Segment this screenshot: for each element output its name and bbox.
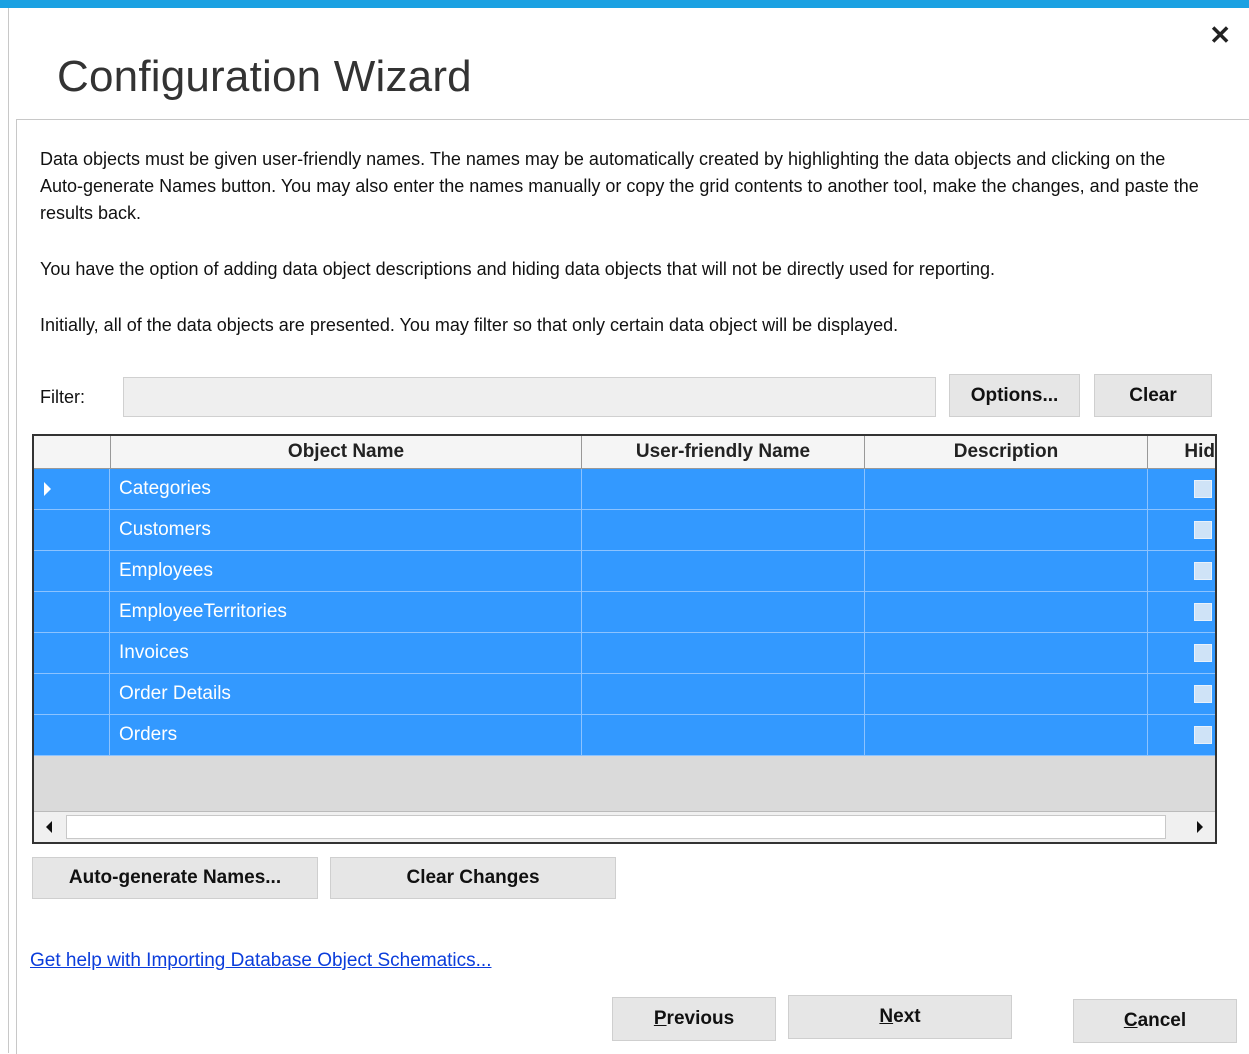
cell-description[interactable]: [865, 674, 1148, 714]
scroll-left-icon: [46, 821, 52, 833]
cell-description[interactable]: [865, 510, 1148, 550]
cell-user-friendly-name[interactable]: [582, 715, 865, 755]
hidden-checkbox[interactable]: [1194, 644, 1212, 662]
cell-object-name[interactable]: Customers: [110, 510, 582, 550]
clear-changes-button[interactable]: Clear Changes: [330, 857, 616, 899]
grid-header: Object Name User-friendly Name Descripti…: [34, 436, 1215, 469]
cell-description[interactable]: [865, 592, 1148, 632]
scroll-right-button[interactable]: [1185, 812, 1215, 842]
cell-user-friendly-name[interactable]: [582, 510, 865, 550]
cell-user-friendly-name[interactable]: [582, 674, 865, 714]
window-accent-bar: [0, 0, 1249, 8]
table-row[interactable]: Order Details: [34, 674, 1215, 715]
hidden-checkbox[interactable]: [1194, 521, 1212, 539]
hidden-checkbox[interactable]: [1194, 603, 1212, 621]
cell-description[interactable]: [865, 633, 1148, 673]
table-row[interactable]: Employees: [34, 551, 1215, 592]
help-link[interactable]: Get help with Importing Database Object …: [30, 950, 492, 972]
scrollbar-thumb[interactable]: [66, 815, 1166, 839]
table-row[interactable]: Invoices: [34, 633, 1215, 674]
row-selector[interactable]: [34, 551, 110, 591]
cell-description[interactable]: [865, 715, 1148, 755]
cancel-label: ancel: [1137, 1010, 1187, 1031]
filter-clear-button[interactable]: Clear: [1094, 374, 1212, 417]
cell-user-friendly-name[interactable]: [582, 633, 865, 673]
scroll-left-button[interactable]: [34, 812, 64, 842]
row-selector[interactable]: [34, 592, 110, 632]
description-paragraph-1: Data objects must be given user-friendly…: [40, 149, 1199, 223]
cell-user-friendly-name[interactable]: [582, 469, 865, 509]
row-selector[interactable]: [34, 715, 110, 755]
hidden-checkbox[interactable]: [1194, 480, 1212, 498]
close-icon: ✕: [1209, 20, 1231, 50]
cell-object-name[interactable]: Categories: [110, 469, 582, 509]
next-button[interactable]: Next: [788, 995, 1012, 1039]
filter-input[interactable]: [123, 377, 936, 417]
filter-label: Filter:: [40, 387, 85, 407]
cancel-button[interactable]: Cancel: [1073, 999, 1237, 1043]
table-row[interactable]: EmployeeTerritories: [34, 592, 1215, 633]
cell-description[interactable]: [865, 551, 1148, 591]
row-header-corner: [34, 436, 111, 468]
previous-button[interactable]: Previous: [612, 997, 776, 1041]
data-objects-grid[interactable]: Object Name User-friendly Name Descripti…: [32, 434, 1217, 844]
horizontal-scrollbar[interactable]: [34, 811, 1215, 842]
hidden-checkbox[interactable]: [1194, 726, 1212, 744]
table-row[interactable]: Categories: [34, 469, 1215, 510]
table-row[interactable]: Customers: [34, 510, 1215, 551]
close-button[interactable]: ✕: [1209, 22, 1231, 48]
column-header-user-friendly-name[interactable]: User-friendly Name: [582, 436, 865, 468]
cell-object-name[interactable]: EmployeeTerritories: [110, 592, 582, 632]
row-selector[interactable]: [34, 674, 110, 714]
cell-user-friendly-name[interactable]: [582, 551, 865, 591]
next-access-key: N: [879, 1006, 894, 1027]
cell-object-name[interactable]: Orders: [110, 715, 582, 755]
previous-label: revious: [666, 1008, 735, 1029]
cell-description[interactable]: [865, 469, 1148, 509]
row-selector[interactable]: [34, 633, 110, 673]
cell-object-name[interactable]: Employees: [110, 551, 582, 591]
table-row[interactable]: Orders: [34, 715, 1215, 756]
hidden-checkbox[interactable]: [1194, 562, 1212, 580]
cell-user-friendly-name[interactable]: [582, 592, 865, 632]
description-paragraph-3: Initially, all of the data objects are p…: [40, 315, 899, 335]
next-label: ext: [893, 1006, 921, 1027]
options-button[interactable]: Options...: [949, 374, 1080, 417]
column-header-description[interactable]: Description: [865, 436, 1148, 468]
scroll-right-icon: [1197, 821, 1203, 833]
cell-object-name[interactable]: Order Details: [110, 674, 582, 714]
current-row-arrow-icon: [44, 482, 51, 496]
cancel-access-key: C: [1123, 1010, 1138, 1031]
window-title: Configuration Wizard: [57, 52, 472, 101]
column-header-hidden[interactable]: Hid: [1148, 436, 1215, 468]
description-paragraph-2: You have the option of adding data objec…: [40, 259, 995, 279]
auto-generate-names-button[interactable]: Auto-generate Names...: [32, 857, 318, 899]
cell-object-name[interactable]: Invoices: [110, 633, 582, 673]
window-border: [8, 8, 9, 1053]
previous-access-key: P: [653, 1008, 667, 1029]
hidden-checkbox[interactable]: [1194, 685, 1212, 703]
column-header-object-name[interactable]: Object Name: [111, 436, 582, 468]
row-selector[interactable]: [34, 469, 110, 509]
row-selector[interactable]: [34, 510, 110, 550]
